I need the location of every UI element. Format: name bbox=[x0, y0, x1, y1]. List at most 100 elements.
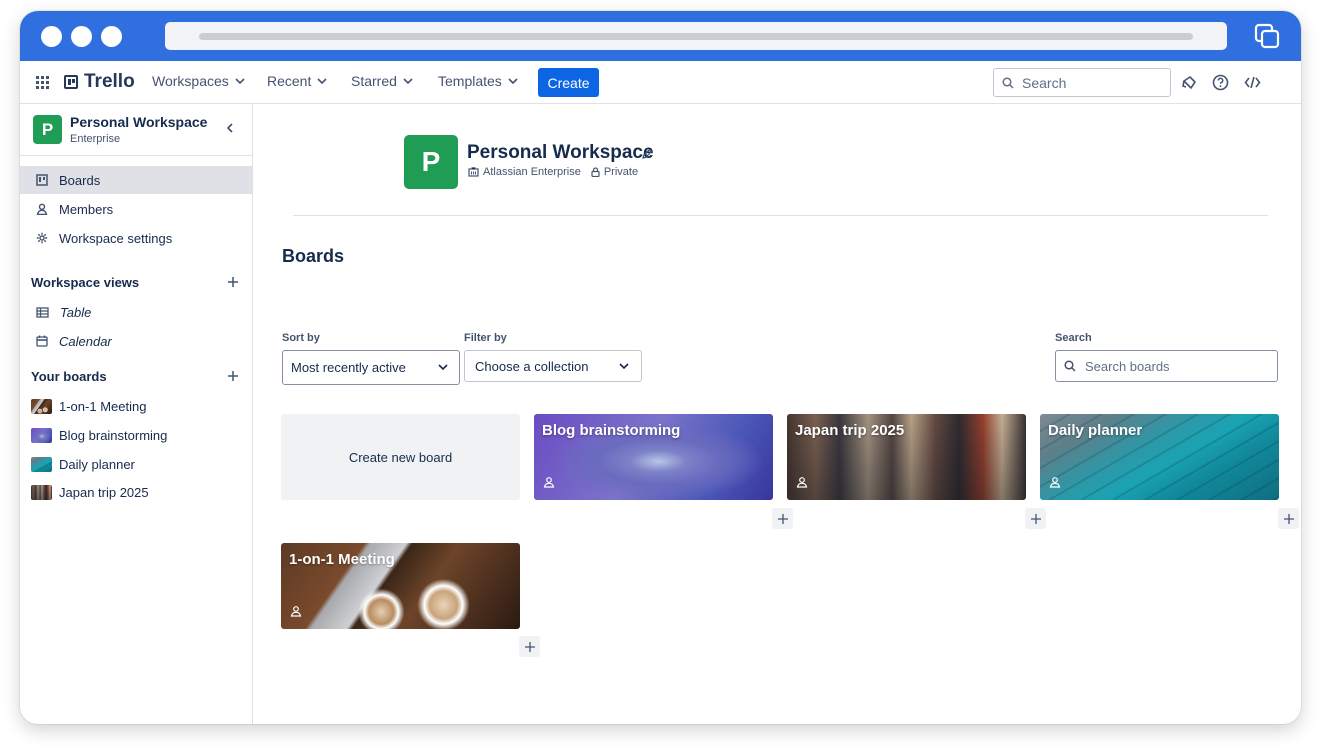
recent-menu[interactable]: Recent bbox=[267, 73, 327, 89]
sidebar-item-label: Members bbox=[59, 201, 114, 217]
sidebar-board-label: Daily planner bbox=[59, 456, 135, 472]
tabs-icon[interactable] bbox=[1254, 23, 1280, 49]
add-to-collection-button[interactable] bbox=[1025, 508, 1046, 529]
global-search-placeholder: Search bbox=[1022, 74, 1067, 91]
create-new-board-tile[interactable]: Create new board bbox=[281, 414, 520, 500]
window-dot-maximize[interactable] bbox=[101, 26, 122, 47]
chevron-left-icon[interactable] bbox=[224, 122, 236, 134]
sidebar-workspace-header: P Personal Workspace Enterprise bbox=[20, 104, 253, 156]
sidebar-board-label: Japan trip 2025 bbox=[59, 484, 149, 500]
board-thumbnail bbox=[31, 484, 52, 500]
filter-select[interactable]: Choose a collection bbox=[464, 350, 642, 382]
apps-grid-icon[interactable] bbox=[36, 76, 49, 89]
starred-menu-label: Starred bbox=[351, 73, 397, 89]
sidebar-board-1-on-1-meeting[interactable]: 1-on-1 Meeting bbox=[20, 392, 252, 420]
window-dot-close[interactable] bbox=[41, 26, 62, 47]
header-divider bbox=[293, 215, 1268, 216]
search-icon bbox=[1064, 360, 1076, 372]
workspace-icon bbox=[290, 606, 302, 617]
board-search-placeholder: Search boards bbox=[1085, 358, 1170, 374]
board-thumbnail bbox=[31, 456, 52, 472]
workspaces-menu[interactable]: Workspaces bbox=[152, 73, 245, 89]
sidebar-board-label: 1-on-1 Meeting bbox=[59, 398, 147, 414]
trello-logo-text: Trello bbox=[84, 71, 135, 92]
board-tile-1-on-1-meeting[interactable]: 1-on-1 Meeting bbox=[281, 543, 520, 629]
plus-icon[interactable] bbox=[227, 370, 239, 382]
plus-icon bbox=[777, 513, 788, 524]
trello-logo-icon bbox=[64, 75, 78, 89]
browser-chrome bbox=[20, 11, 1301, 61]
sidebar-item-table[interactable]: Table bbox=[20, 298, 252, 326]
sort-select[interactable]: Most recently active bbox=[282, 350, 460, 385]
search-icon bbox=[1002, 76, 1014, 89]
board-thumbnail bbox=[31, 398, 52, 414]
address-bar-placeholder bbox=[199, 33, 1193, 40]
workspace-icon bbox=[796, 477, 808, 488]
workspace-avatar: P bbox=[33, 115, 62, 144]
sidebar-item-label: Workspace settings bbox=[59, 230, 173, 246]
board-icon bbox=[36, 174, 48, 186]
chevron-down-icon bbox=[438, 364, 448, 370]
enterprise-label: Atlassian Enterprise bbox=[483, 166, 581, 178]
sort-select-value: Most recently active bbox=[291, 360, 406, 375]
boards-heading: Boards bbox=[282, 246, 345, 266]
board-search-input[interactable]: Search boards bbox=[1055, 350, 1278, 382]
chevron-down-icon bbox=[235, 78, 245, 84]
filter-select-value: Choose a collection bbox=[475, 358, 589, 374]
trello-logo[interactable]: Trello bbox=[64, 71, 135, 93]
building-icon bbox=[468, 167, 479, 177]
sidebar: P Personal Workspace Enterprise Boards M… bbox=[20, 104, 253, 724]
table-icon bbox=[36, 306, 49, 318]
sidebar-workspace-name: Personal Workspace bbox=[70, 114, 208, 130]
megaphone-icon[interactable] bbox=[1181, 74, 1198, 91]
sidebar-item-label: Table bbox=[60, 304, 92, 320]
plus-icon bbox=[1030, 513, 1041, 524]
sidebar-item-boards[interactable]: Boards bbox=[20, 166, 252, 194]
chevron-down-icon bbox=[317, 78, 327, 84]
add-to-collection-button[interactable] bbox=[1278, 508, 1299, 529]
create-button[interactable]: Create bbox=[538, 68, 599, 97]
sidebar-board-label: Blog brainstorming bbox=[59, 427, 168, 443]
code-icon[interactable] bbox=[1244, 74, 1261, 91]
starred-menu[interactable]: Starred bbox=[351, 73, 413, 89]
gear-icon bbox=[36, 232, 48, 244]
sidebar-item-workspace-settings[interactable]: Workspace settings bbox=[20, 224, 252, 252]
address-bar[interactable] bbox=[165, 22, 1227, 50]
board-tile-japan-trip-2025[interactable]: Japan trip 2025 bbox=[787, 414, 1026, 500]
board-tile-title: Japan trip 2025 bbox=[795, 422, 905, 439]
recent-menu-label: Recent bbox=[267, 73, 312, 89]
chevron-down-icon bbox=[508, 78, 518, 84]
plus-icon[interactable] bbox=[227, 276, 239, 288]
plus-icon bbox=[524, 641, 535, 652]
sidebar-item-calendar[interactable]: Calendar bbox=[20, 327, 252, 355]
add-to-collection-button[interactable] bbox=[519, 636, 540, 657]
sidebar-item-members[interactable]: Members bbox=[20, 195, 252, 223]
workspace-title: Personal Workspace bbox=[467, 142, 654, 163]
board-tile-blog-brainstorming[interactable]: Blog brainstorming bbox=[534, 414, 773, 500]
board-thumbnail bbox=[31, 427, 52, 443]
board-tile-title: 1-on-1 Meeting bbox=[289, 551, 395, 568]
sidebar-workspace-plan: Enterprise bbox=[70, 133, 121, 145]
templates-menu-label: Templates bbox=[438, 73, 502, 89]
templates-menu[interactable]: Templates bbox=[438, 73, 518, 89]
create-new-board-label: Create new board bbox=[348, 449, 453, 465]
sidebar-board-daily-planner[interactable]: Daily planner bbox=[20, 450, 252, 478]
help-icon[interactable] bbox=[1212, 74, 1229, 91]
main-content: P Personal Workspace Atlassian Enterpris… bbox=[253, 104, 1301, 724]
add-to-collection-button[interactable] bbox=[772, 508, 793, 529]
board-tile-daily-planner[interactable]: Daily planner bbox=[1040, 414, 1279, 500]
global-search-input[interactable]: Search bbox=[993, 68, 1171, 97]
workspace-icon bbox=[1049, 477, 1061, 488]
browser-window: Trello Workspaces Recent Starred Templat… bbox=[20, 11, 1301, 724]
sidebar-board-blog-brainstorming[interactable]: Blog brainstorming bbox=[20, 421, 252, 449]
your-boards-heading: Your boards bbox=[31, 369, 107, 384]
sidebar-item-label: Boards bbox=[59, 172, 101, 188]
sidebar-board-japan-trip-2025[interactable]: Japan trip 2025 bbox=[20, 478, 252, 506]
chevron-down-icon bbox=[403, 78, 413, 84]
sort-label: Sort by bbox=[282, 332, 320, 344]
visibility-label: Private bbox=[603, 166, 639, 178]
window-dot-minimize[interactable] bbox=[71, 26, 92, 47]
chevron-down-icon bbox=[619, 363, 629, 369]
member-icon bbox=[36, 203, 48, 215]
pencil-icon[interactable] bbox=[641, 148, 653, 160]
